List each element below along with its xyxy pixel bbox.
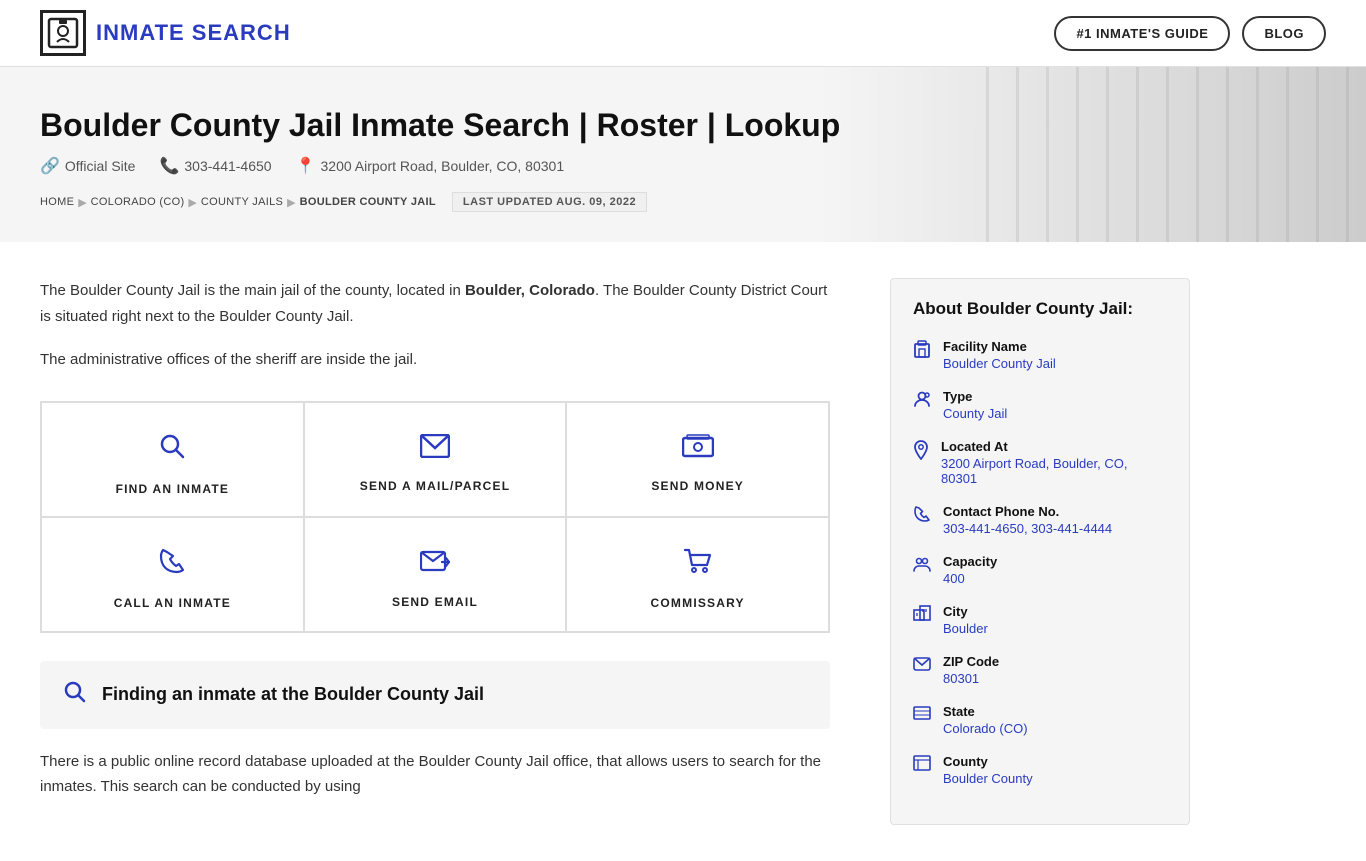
sidebar-county: County Boulder County (913, 754, 1167, 786)
commissary-icon (683, 547, 713, 582)
state-label: State (943, 704, 1028, 719)
county-value: Boulder County (943, 771, 1033, 786)
city-label: City (943, 604, 988, 619)
intro-paragraph-1: The Boulder County Jail is the main jail… (40, 278, 830, 329)
send-email-icon (420, 548, 450, 581)
address-meta: 📍 3200 Airport Road, Boulder, CO, 80301 (296, 156, 565, 176)
sidebar-card: About Boulder County Jail: Facility Name… (890, 278, 1190, 825)
sidebar-facility-name: Facility Name Boulder County Jail (913, 339, 1167, 371)
type-value: County Jail (943, 406, 1007, 421)
phone-meta: 📞 303-441-4650 (159, 156, 271, 176)
official-site-link[interactable]: 🔗 Official Site (40, 156, 135, 176)
main-content: The Boulder County Jail is the main jail… (0, 242, 870, 861)
state-icon (913, 705, 931, 726)
link-icon: 🔗 (40, 156, 60, 176)
sidebar-phone: Contact Phone No. 303-441-4650, 303-441-… (913, 504, 1167, 536)
logo-icon (40, 10, 86, 56)
capacity-value: 400 (943, 571, 997, 586)
sidebar-city: City Boulder (913, 604, 1167, 636)
sidebar-heading: About Boulder County Jail: (913, 299, 1167, 319)
site-header: INMATE SEARCH #1 INMATE'S GUIDE BLOG (0, 0, 1366, 67)
type-label: Type (943, 389, 1007, 404)
hero-section: Boulder County Jail Inmate Search | Rost… (0, 67, 1366, 242)
location-icon: 📍 (296, 156, 316, 176)
zip-value: 80301 (943, 671, 999, 686)
breadcrumb-state[interactable]: COLORADO (CO) (91, 196, 185, 208)
located-at-label: Located At (941, 439, 1167, 454)
facility-label: Facility Name (943, 339, 1056, 354)
find-inmate-label: FIND AN INMATE (116, 482, 229, 496)
zip-label: ZIP Code (943, 654, 999, 669)
type-icon (913, 390, 931, 413)
header-navigation: #1 INMATE'S GUIDE BLOG (1054, 16, 1326, 51)
county-icon (913, 755, 931, 776)
finding-heading: Finding an inmate at the Boulder County … (102, 684, 484, 705)
send-mail-label: SEND A MAIL/PARCEL (360, 479, 511, 493)
commissary-label: COMMISSARY (651, 596, 745, 610)
sidebar: About Boulder County Jail: Facility Name… (870, 242, 1210, 861)
find-inmate-icon (157, 431, 187, 468)
sidebar-capacity: Capacity 400 (913, 554, 1167, 586)
sidebar-state: State Colorado (CO) (913, 704, 1167, 736)
phone-label: Contact Phone No. (943, 504, 1112, 519)
breadcrumb-home[interactable]: HOME (40, 196, 74, 208)
sidebar-zip: ZIP Code 80301 (913, 654, 1167, 686)
body-text-paragraph: There is a public online record database… (40, 749, 830, 800)
send-email-label: SEND EMAIL (392, 595, 478, 609)
facility-icon (913, 340, 931, 363)
phone-contact-icon (913, 505, 931, 528)
location-pin-icon (913, 440, 929, 465)
county-label: County (943, 754, 1033, 769)
call-inmate-icon (158, 547, 186, 582)
call-inmate-label: CALL AN INMATE (114, 596, 231, 610)
guide-button[interactable]: #1 INMATE'S GUIDE (1054, 16, 1230, 51)
city-value: Boulder (943, 621, 988, 636)
breadcrumb-county-jails[interactable]: COUNTY JAILS (201, 196, 283, 208)
blog-button[interactable]: BLOG (1242, 16, 1326, 51)
finding-search-icon (64, 681, 86, 709)
finding-section-header: Finding an inmate at the Boulder County … (40, 661, 830, 729)
action-send-money[interactable]: SEND MONEY (566, 402, 829, 517)
facility-value: Boulder County Jail (943, 356, 1056, 371)
send-money-label: SEND MONEY (651, 479, 744, 493)
action-commissary[interactable]: COMMISSARY (566, 517, 829, 632)
zip-icon (913, 655, 931, 676)
action-call-inmate[interactable]: CALL AN INMATE (41, 517, 304, 632)
phone-value: 303-441-4650, 303-441-4444 (943, 521, 1112, 536)
main-layout: The Boulder County Jail is the main jail… (0, 242, 1366, 861)
capacity-icon (913, 555, 931, 578)
sidebar-location: Located At 3200 Airport Road, Boulder, C… (913, 439, 1167, 486)
logo-area: INMATE SEARCH (40, 10, 291, 56)
hero-background (986, 67, 1366, 242)
send-mail-icon (420, 433, 450, 465)
breadcrumb-current: BOULDER COUNTY JAIL (300, 196, 436, 208)
action-grid: FIND AN INMATE SEND A MAIL/PARCEL (40, 401, 830, 633)
site-logo-text: INMATE SEARCH (96, 20, 291, 46)
send-money-icon (682, 433, 714, 465)
city-icon (913, 605, 931, 626)
last-updated-badge: LAST UPDATED AUG. 09, 2022 (452, 192, 647, 212)
sidebar-type: Type County Jail (913, 389, 1167, 421)
phone-icon: 📞 (159, 156, 179, 176)
capacity-label: Capacity (943, 554, 997, 569)
action-send-mail[interactable]: SEND A MAIL/PARCEL (304, 402, 567, 517)
intro-paragraph-2: The administrative offices of the sherif… (40, 347, 830, 373)
action-send-email[interactable]: SEND EMAIL (304, 517, 567, 632)
state-value: Colorado (CO) (943, 721, 1028, 736)
action-find-inmate[interactable]: FIND AN INMATE (41, 402, 304, 517)
located-at-value: 3200 Airport Road, Boulder, CO, 80301 (941, 456, 1167, 486)
